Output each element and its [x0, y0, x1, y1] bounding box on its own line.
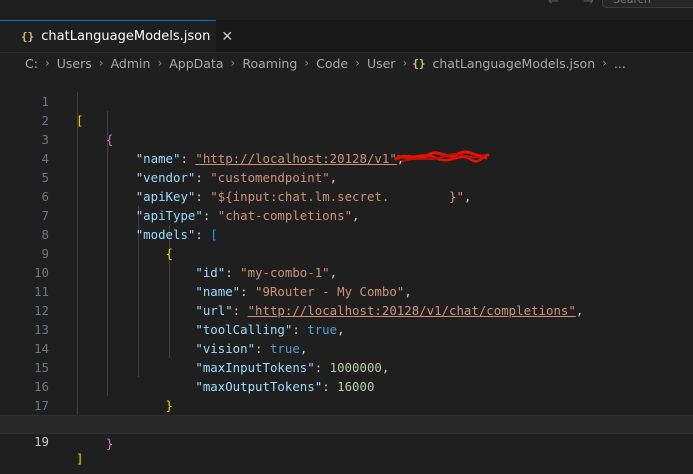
json-file-icon: {} — [412, 56, 426, 70]
code-line: 6 "apiType": "chat-completions", — [0, 168, 693, 223]
code-line: 11 "url": "http://localhost:20128/v1/cha… — [0, 263, 693, 318]
code-line: 10 "name": "9Router - My Combo", — [0, 244, 693, 299]
breadcrumb-item-drive[interactable]: C: — [23, 56, 40, 71]
code-line: 8 { — [0, 206, 693, 261]
breadcrumb: C: › Users › Admin › AppData › Roaming ›… — [0, 53, 693, 73]
code-line: 7 "models": [ — [0, 187, 693, 242]
code-line: 4 "vendor": "customendpoint", — [0, 130, 693, 185]
code-line: 12 "toolCalling": true, — [0, 282, 693, 337]
code-line: 1 [ — [0, 73, 693, 128]
editor-window: ← → Search {} chatLanguageModels.json ✕ … — [0, 0, 693, 474]
json-file-icon: {} — [21, 30, 35, 43]
chevron-right-icon: › — [230, 56, 236, 70]
chevron-right-icon: › — [98, 56, 104, 70]
tab-chat-language-models-json[interactable]: {} chatLanguageModels.json ✕ — [0, 20, 233, 52]
tab-label: chatLanguageModels.json — [41, 29, 211, 44]
redaction-scribble — [394, 150, 490, 163]
chevron-right-icon: › — [44, 56, 50, 70]
code-line: 18 } — [0, 396, 693, 451]
code-line: 17 ] — [0, 377, 693, 432]
chevron-right-icon: › — [157, 56, 163, 70]
breadcrumb-item-user[interactable]: User — [365, 56, 398, 71]
breadcrumb-item-more[interactable]: ... — [612, 56, 628, 71]
breadcrumb-item-appdata[interactable]: AppData — [167, 56, 225, 71]
chevron-right-icon: › — [304, 56, 310, 70]
code-line: 16 } — [0, 358, 693, 413]
breadcrumb-item-file[interactable]: chatLanguageModels.json — [431, 56, 598, 71]
code-line: 3 "name": "http://localhost:20128/v1", — [0, 111, 693, 166]
code-line-current: 19 ] — [0, 415, 693, 466]
breadcrumb-item-code[interactable]: Code — [314, 56, 350, 71]
breadcrumb-item-roaming[interactable]: Roaming — [240, 56, 299, 71]
code-line: 2 { — [0, 92, 693, 147]
close-icon[interactable]: ✕ — [221, 29, 233, 45]
chevron-right-icon: › — [355, 56, 360, 70]
code-line: 9 "id": "my-combo-1", — [0, 225, 693, 280]
breadcrumb-item-users[interactable]: Users — [55, 56, 94, 71]
code-text: ] — [76, 451, 84, 466]
chevron-right-icon: › — [402, 56, 408, 70]
navigation-arrows[interactable]: ← → — [548, 0, 604, 9]
code-line: 5 "apiKey": "${input:chat.lm.secret. }", — [0, 149, 693, 204]
command-center-search[interactable]: Search — [602, 0, 693, 8]
chevron-right-icon: › — [602, 56, 607, 70]
tab-bar: {} chatLanguageModels.json ✕ — [0, 20, 693, 53]
code-line: 13 "vision": true, — [0, 301, 693, 356]
line-number: 19 — [34, 434, 49, 449]
title-bar: ← → Search — [0, 0, 693, 20]
code-editor[interactable]: 1 [ 2 { 3 "name": "http://localhost:2012… — [0, 73, 693, 474]
code-line: 14 "maxInputTokens": 1000000, — [0, 320, 693, 375]
breadcrumb-item-admin[interactable]: Admin — [109, 56, 153, 71]
code-line: 15 "maxOutputTokens": 16000 — [0, 339, 693, 394]
